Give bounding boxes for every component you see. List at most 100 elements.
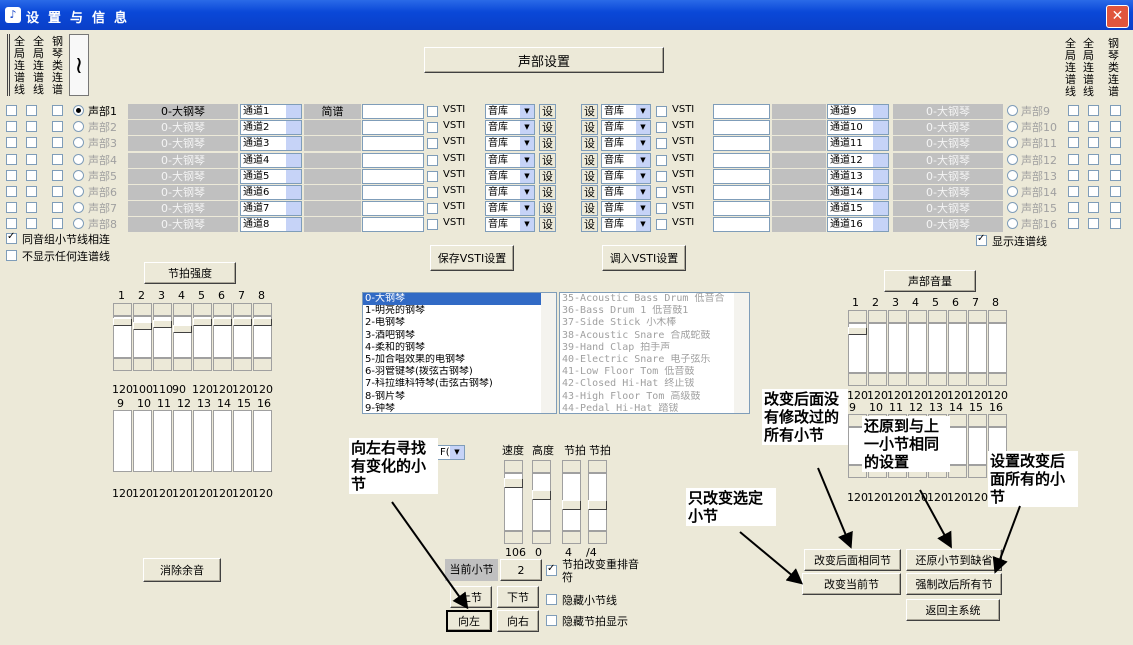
right-channel-field-8[interactable]: 通道16 bbox=[827, 217, 889, 233]
tempo-down-arrow-2[interactable] bbox=[532, 531, 551, 544]
right-vsti-text-2[interactable] bbox=[713, 120, 770, 136]
bar-selector-combo[interactable]: F(▼ bbox=[437, 445, 465, 460]
change-current-button[interactable]: 改变当前节 bbox=[802, 573, 901, 595]
notation-mode-3[interactable] bbox=[304, 136, 361, 152]
left-piano-cb-8[interactable] bbox=[52, 218, 63, 230]
tempo-down-arrow-4[interactable] bbox=[588, 531, 607, 544]
right-global2-cb-8[interactable] bbox=[1088, 218, 1099, 230]
left-global-cb-2[interactable] bbox=[6, 121, 17, 133]
vol-bottom-up-8[interactable] bbox=[988, 414, 1007, 427]
drum-list-item[interactable]: 41-Low Floor Tom 低音鼓 bbox=[560, 366, 749, 378]
channel-field-3[interactable]: 通道3 bbox=[240, 136, 302, 152]
right-global2-cb-6[interactable] bbox=[1088, 186, 1099, 197]
hide-bar-line-checkbox[interactable] bbox=[546, 594, 557, 605]
channel-field-7[interactable]: 通道7 bbox=[240, 201, 302, 217]
beat-top-down-arrow-3[interactable] bbox=[153, 358, 172, 371]
beat-bottom-track-7[interactable] bbox=[233, 410, 252, 472]
spinner-icon[interactable] bbox=[286, 137, 301, 151]
instrument-list-item[interactable]: 1-明亮的钢琴 bbox=[363, 305, 556, 317]
left-global-cb-4[interactable] bbox=[6, 153, 17, 165]
right-vsti-cb-7[interactable] bbox=[656, 203, 667, 215]
right-piano-cb-4[interactable] bbox=[1110, 153, 1121, 165]
left-vsti-cb-1[interactable] bbox=[427, 106, 438, 117]
beat-top-thumb-7[interactable] bbox=[233, 317, 252, 326]
spinner-icon[interactable] bbox=[873, 105, 888, 118]
right-channel-field-2[interactable]: 通道10 bbox=[827, 120, 889, 136]
vol-down-arrow-5[interactable] bbox=[928, 373, 947, 386]
vol-track-8[interactable] bbox=[988, 323, 1007, 373]
beat-top-up-arrow-6[interactable] bbox=[213, 303, 232, 316]
left-piano-cb-2[interactable] bbox=[52, 121, 63, 133]
spinner-icon[interactable] bbox=[286, 218, 301, 232]
notation-mode-6[interactable] bbox=[304, 185, 361, 200]
vol-bottom-track-6[interactable] bbox=[948, 427, 967, 465]
vol-up-arrow-1[interactable] bbox=[848, 310, 867, 323]
right-vsti-cb-6[interactable] bbox=[656, 187, 667, 198]
voice-radio-1[interactable] bbox=[73, 105, 84, 116]
beat-top-down-arrow-8[interactable] bbox=[253, 358, 272, 371]
right-mode-6[interactable] bbox=[772, 185, 826, 200]
right-piano-cb-3[interactable] bbox=[1110, 137, 1121, 149]
drum-list-item[interactable]: 37-Side Stick 小木棒 bbox=[560, 317, 749, 329]
right-voice-radio-5[interactable] bbox=[1007, 169, 1018, 181]
vol-bottom-up-6[interactable] bbox=[948, 414, 967, 427]
left-global-cb-1[interactable] bbox=[6, 105, 17, 116]
right-instrument-field-3[interactable]: 0-大钢琴 bbox=[893, 136, 1003, 152]
vol-down-arrow-7[interactable] bbox=[968, 373, 987, 386]
right-voice-radio-6[interactable] bbox=[1007, 186, 1018, 197]
right-vsti-cb-3[interactable] bbox=[656, 138, 667, 150]
tempo-track-2[interactable] bbox=[532, 473, 551, 531]
vol-down-arrow-8[interactable] bbox=[988, 373, 1007, 386]
right-piano-cb-7[interactable] bbox=[1110, 202, 1121, 214]
left-set-button-3[interactable]: 设 bbox=[539, 136, 556, 152]
channel-field-1[interactable]: 通道1 bbox=[240, 104, 302, 119]
drum-list-item[interactable]: 42-Closed Hi-Hat 终止钹 bbox=[560, 378, 749, 390]
beat-top-up-arrow-7[interactable] bbox=[233, 303, 252, 316]
tempo-up-arrow-3[interactable] bbox=[562, 460, 581, 473]
right-global2-cb-5[interactable] bbox=[1088, 169, 1099, 181]
beat-top-thumb-4[interactable] bbox=[173, 324, 192, 333]
instrument-list-item[interactable]: 6-羽管键琴(拨弦古钢琴) bbox=[363, 366, 556, 378]
right-mode-4[interactable] bbox=[772, 152, 826, 168]
right-channel-field-6[interactable]: 通道14 bbox=[827, 185, 889, 200]
vol-bottom-down-6[interactable] bbox=[948, 465, 967, 478]
vol-bottom-track-7[interactable] bbox=[968, 427, 987, 465]
right-sound-lib-4[interactable]: 音库 ▼ bbox=[601, 152, 651, 168]
vol-bottom-up-7[interactable] bbox=[968, 414, 987, 427]
left-vsti-text-5[interactable] bbox=[362, 168, 424, 184]
left-vsti-text-1[interactable] bbox=[362, 104, 424, 119]
spinner-icon[interactable] bbox=[286, 121, 301, 135]
vol-up-arrow-8[interactable] bbox=[988, 310, 1007, 323]
notation-mode-4[interactable] bbox=[304, 152, 361, 168]
right-set-button-1[interactable]: 设 bbox=[581, 104, 598, 119]
right-voice-radio-1[interactable] bbox=[1007, 105, 1018, 116]
right-set-button-3[interactable]: 设 bbox=[581, 136, 598, 152]
right-mode-2[interactable] bbox=[772, 120, 826, 136]
right-vsti-cb-8[interactable] bbox=[656, 219, 667, 231]
right-vsti-cb-1[interactable] bbox=[656, 106, 667, 117]
channel-field-4[interactable]: 通道4 bbox=[240, 152, 302, 168]
drum-list-item[interactable]: 35-Acoustic Bass Drum 低音合 bbox=[560, 293, 749, 305]
tempo-down-arrow-3[interactable] bbox=[562, 531, 581, 544]
right-vsti-text-1[interactable] bbox=[713, 104, 770, 119]
left-vsti-cb-4[interactable] bbox=[427, 154, 438, 166]
right-piano-cb-2[interactable] bbox=[1110, 121, 1121, 133]
no-connect-checkbox[interactable] bbox=[6, 250, 17, 261]
left-piano-cb-3[interactable] bbox=[52, 137, 63, 149]
beat-top-thumb-8[interactable] bbox=[253, 317, 272, 326]
beat-top-thumb-3[interactable] bbox=[153, 320, 172, 329]
beat-change-checkbox[interactable] bbox=[546, 563, 557, 576]
right-piano-cb-6[interactable] bbox=[1110, 186, 1121, 197]
right-piano-cb-8[interactable] bbox=[1110, 218, 1121, 230]
prev-bar-button[interactable]: 上节 bbox=[450, 586, 492, 608]
vol-track-7[interactable] bbox=[968, 323, 987, 373]
instrument-list-item[interactable]: 4-柔和的钢琴 bbox=[363, 342, 556, 354]
force-change-all-button[interactable]: 强制改后所有节 bbox=[906, 573, 1002, 595]
beat-top-thumb-1[interactable] bbox=[113, 317, 132, 326]
left-global2-cb-4[interactable] bbox=[26, 153, 37, 165]
left-vsti-text-6[interactable] bbox=[362, 185, 424, 200]
instrument-field-4[interactable]: 0-大钢琴 bbox=[128, 152, 238, 168]
right-global2-cb-1[interactable] bbox=[1088, 105, 1099, 116]
left-vsti-text-4[interactable] bbox=[362, 152, 424, 168]
left-set-button-7[interactable]: 设 bbox=[539, 201, 556, 217]
